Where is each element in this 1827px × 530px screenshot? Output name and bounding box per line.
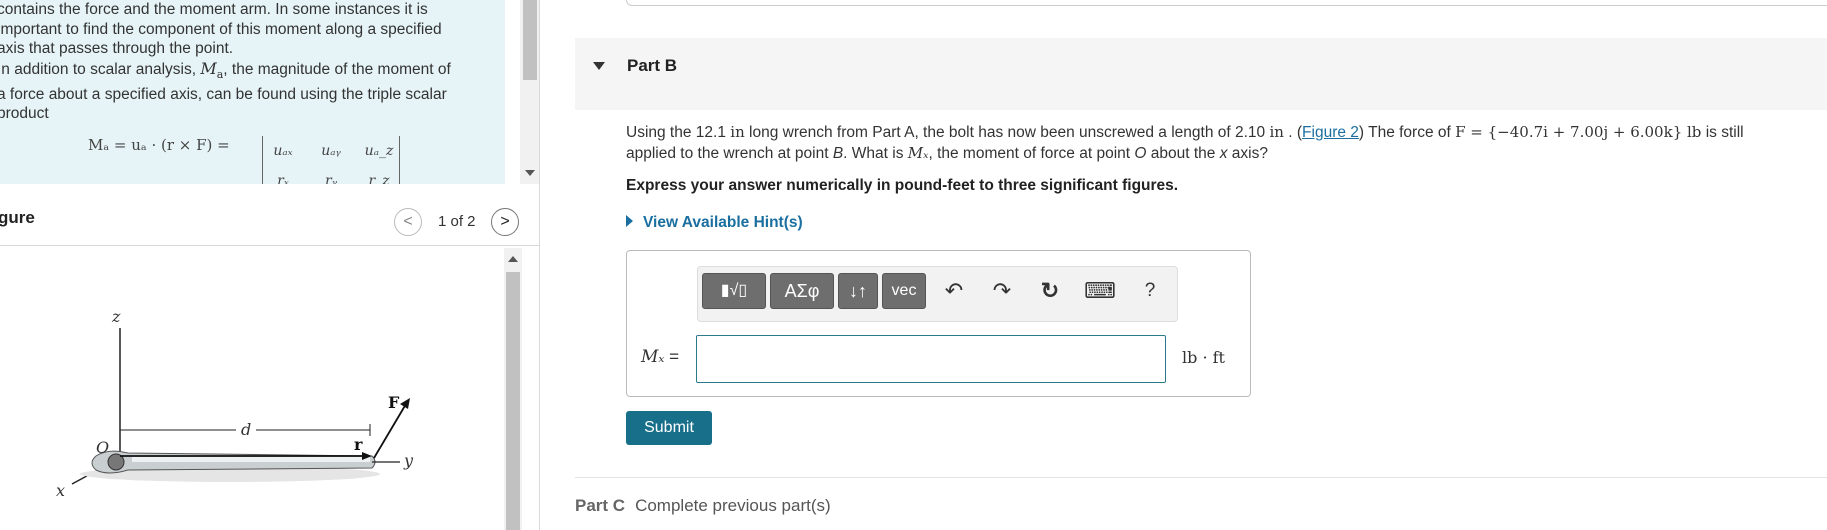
intro-scrollbar[interactable] <box>520 0 539 184</box>
figure-title: gure <box>0 208 35 227</box>
matrix-cell: uₐᵧ <box>321 143 341 159</box>
wrench-figure: z x O d r y F <box>56 307 414 500</box>
vector-button[interactable]: vec <box>882 273 926 309</box>
scroll-down-arrow-icon[interactable] <box>525 170 535 176</box>
x-axis-label: x <box>56 481 65 500</box>
answer-instruction: Express your answer numerically in pound… <box>626 177 1179 194</box>
right-panel: Part B Using the 12.1 in long wrench fro… <box>540 0 1827 530</box>
answer-box: ▮√▯ ΑΣφ ↓↑ vec ↶ ↷ ↻ ⌨ ? Mₓ = lb · ft <box>626 250 1251 397</box>
figure-2-link[interactable]: Figure 2 <box>1302 124 1359 141</box>
arrows-button[interactable]: ↓↑ <box>838 273 878 309</box>
triple-product-formula: Mₐ = uₐ · (r × F) = <box>88 136 230 154</box>
answer-input[interactable] <box>696 335 1166 383</box>
left-panel: contains the force and the moment arm. I… <box>0 0 540 530</box>
y-axis-label: y <box>403 451 414 470</box>
chevron-right-icon: > <box>500 213 510 230</box>
point-O-label: O <box>96 438 109 457</box>
redo-icon[interactable]: ↷ <box>986 275 1018 307</box>
z-axis-label: z <box>111 307 121 326</box>
vector-r-label: r <box>354 435 363 454</box>
determinant-matrix: uₐₓ uₐᵧ uₐ_z rₓ rᵧ r_z <box>262 136 400 184</box>
vec-icon: vec <box>891 282 917 299</box>
part-b-label: Part B <box>627 56 678 75</box>
prev-figure-button[interactable]: < <box>394 208 422 236</box>
force-vector-F <box>373 403 407 459</box>
arrows-icon: ↓↑ <box>849 281 867 301</box>
intro-moment-var: Ma <box>200 58 224 81</box>
figure-scrollbar[interactable] <box>504 248 522 530</box>
greek-symbols-button[interactable]: ΑΣφ <box>770 273 834 309</box>
intro-p2-line2: a force about a specified axis, can be f… <box>0 85 447 103</box>
force-vector-expression: F = {−40.7i + 7.00j + 6.00k} lb <box>1455 123 1702 141</box>
scrollbar-thumb[interactable] <box>523 0 537 80</box>
part-c-label: Part C <box>575 496 626 515</box>
next-figure-button[interactable]: > <box>491 208 519 236</box>
matrix-cell: uₐ_z <box>364 143 394 159</box>
keyboard-icon[interactable]: ⌨ <box>1084 275 1116 307</box>
dimension-d-label: d <box>241 420 251 439</box>
matrix-cell: rₓ <box>277 173 289 184</box>
intro-line-1: contains the force and the moment arm. I… <box>0 1 428 18</box>
templates-button[interactable]: ▮√▯ <box>702 273 766 309</box>
math-toolbar: ▮√▯ ΑΣφ ↓↑ vec ↶ ↷ ↻ ⌨ ? <box>697 266 1178 322</box>
help-icon[interactable]: ? <box>1134 275 1166 307</box>
force-F-label: F <box>388 393 400 412</box>
undo-icon[interactable]: ↶ <box>938 275 970 307</box>
part-divider <box>575 477 1827 478</box>
intro-p2-pre: In addition to scalar analysis, <box>0 60 201 78</box>
matrix-row-2: rₓ rᵧ r_z <box>266 166 396 184</box>
matrix-row-1: uₐₓ uₐᵧ uₐ_z <box>266 136 396 166</box>
intro-paragraph-2: In addition to scalar analysis, Ma, the … <box>0 59 497 85</box>
figure-page-count: 1 of 2 <box>438 213 476 230</box>
scrollbar-thumb[interactable] <box>506 272 520 530</box>
answer-label: Mₓ = <box>641 347 680 367</box>
matrix-cell: uₐₓ <box>273 143 293 159</box>
part-b-question: Using the 12.1 in long wrench from Part … <box>626 123 1744 162</box>
view-hints-link[interactable]: View Available Hint(s) <box>626 214 803 232</box>
answer-units: lb · ft <box>1182 348 1225 367</box>
templates-icon: ▮√▯ <box>720 282 748 299</box>
part-b-header[interactable]: Part B <box>575 38 1827 110</box>
greek-icon: ΑΣφ <box>784 281 820 301</box>
expand-triangle-icon <box>626 214 633 227</box>
part-c-status: Complete previous part(s) <box>635 496 831 515</box>
scroll-up-arrow-icon[interactable] <box>508 256 518 262</box>
matrix-cell: rᵧ <box>325 173 337 184</box>
intro-line-2: important to find the component of this … <box>0 20 442 38</box>
intro-p2-post: , the magnitude of the moment of <box>223 60 451 78</box>
previous-part-border <box>626 0 1827 6</box>
reset-icon[interactable]: ↻ <box>1034 275 1066 307</box>
figure-header: gure < 1 of 2 > <box>0 186 539 246</box>
intro-text-panel: contains the force and the moment arm. I… <box>0 0 505 184</box>
matrix-cell: r_z <box>368 173 390 184</box>
collapse-triangle-icon[interactable] <box>593 62 605 70</box>
intro-line-3: axis that passes through the point. <box>0 40 234 58</box>
intro-p2-line3: product <box>0 105 49 123</box>
wrench-highlight <box>132 457 370 462</box>
chevron-left-icon: < <box>403 213 413 230</box>
part-c-row: Part C Complete previous part(s) <box>575 496 831 516</box>
submit-button[interactable]: Submit <box>626 411 712 445</box>
